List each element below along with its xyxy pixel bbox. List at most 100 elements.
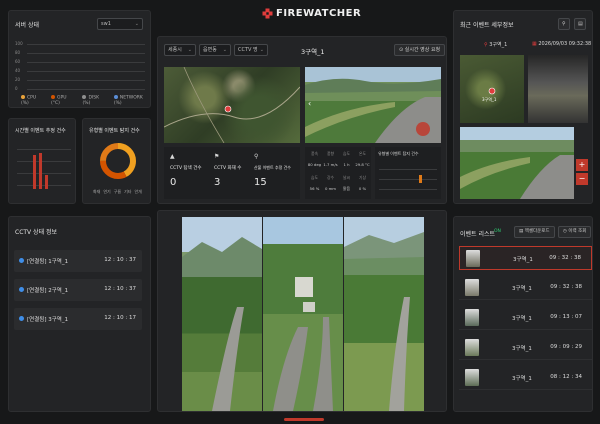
camera-view-panel — [157, 210, 447, 412]
legend-type: 화재 — [93, 189, 101, 194]
event-location: 3구역_1 — [512, 346, 532, 352]
event-type-chart: 유형별 이벤트 탐지 건수 — [375, 147, 441, 199]
filter-town[interactable]: 읍면동 ⌄ — [199, 44, 231, 56]
server-grid — [27, 71, 145, 72]
event-list-title: 이벤트 리스트 — [460, 231, 496, 238]
cctv-item[interactable]: [연결됨] 2구역_1 12 : 10 : 37 — [14, 279, 142, 301]
y-tick-label: 80 — [15, 50, 21, 55]
chart-grid — [379, 169, 437, 170]
weather-cell: 습도 1 h — [339, 151, 354, 167]
weather-value: 80 deg — [307, 162, 322, 167]
zoom-out-button[interactable]: − — [576, 173, 588, 185]
server-grid — [27, 44, 145, 45]
weather-cell: 풍향 1.7 m/s — [323, 151, 338, 167]
cctv-name: [연결됨] 2구역_1 — [27, 288, 69, 294]
event-location: 3구역_1 — [512, 286, 532, 292]
weather-grid: 풍속 80 deg 풍향 1.7 m/s 습도 1 h 온도 29.8 °C 습도 56 % 강수 0… — [305, 147, 371, 199]
cctv-item[interactable]: [연결됨] 1구역_1 12 : 10 : 37 — [14, 250, 142, 272]
server-status-title: 서버 상태 — [15, 22, 39, 29]
save-icon[interactable]: ▤ — [574, 18, 586, 30]
stat-label: 산불 이벤트 추정 건수 — [254, 165, 291, 170]
event-time: 09 : 13 : 07 — [550, 314, 582, 320]
detail-snapshot[interactable] — [460, 127, 574, 199]
weather-value: 0 mm — [324, 186, 337, 191]
server-grid — [27, 62, 145, 63]
y-tick-label: 20 — [15, 77, 21, 82]
chart-grid — [379, 189, 437, 190]
status-dot — [19, 258, 24, 263]
camera-feed-2[interactable] — [263, 217, 343, 411]
app-logo: FIREWATCHER — [262, 8, 361, 19]
chevron-down-icon: ⌄ — [222, 47, 227, 53]
event-location: 3구역_1 — [512, 376, 532, 382]
server-select[interactable]: sw1 ⌄ — [97, 18, 143, 30]
server-status-panel: 서버 상태 sw1 ⌄ 100 80 60 40 20 0 CPU (%) GPU (°C)… — [8, 10, 151, 108]
weather-label: 풍속 — [311, 151, 318, 156]
event-row[interactable]: 3구역_1 09 : 13 : 07 — [459, 306, 592, 330]
hourly-bar — [33, 155, 36, 189]
weather-value: 1.7 m/s — [323, 162, 338, 167]
weather-label: 강수 — [327, 175, 334, 180]
filter-city[interactable]: 세종시 ⌄ — [164, 44, 196, 56]
y-tick-label: 0 — [15, 86, 18, 91]
cctv-time: 12 : 10 : 17 — [104, 315, 136, 321]
event-row[interactable]: 3구역_1 09 : 32 : 38 — [459, 246, 592, 270]
stat-label: CCTV 탐색 건수 — [170, 166, 202, 171]
weather-cell: 날씨 맑음 — [339, 175, 354, 192]
weather-label: 습도 — [311, 175, 318, 180]
hourly-grid — [17, 185, 71, 186]
event-row[interactable]: 3구역_1 09 : 09 : 29 — [459, 336, 592, 360]
history-button[interactable]: ◷ 이력 조회 — [558, 226, 592, 238]
legend-gpu: GPU (°C) — [51, 95, 67, 106]
hourly-bar — [39, 153, 42, 189]
excel-download-button[interactable]: ▤ 엑셀다운로드 — [514, 226, 555, 238]
event-row[interactable]: 3구역_1 08 : 12 : 34 — [459, 366, 592, 390]
cctv-time: 12 : 10 : 37 — [104, 257, 136, 263]
weather-value: 맑음 — [343, 186, 350, 191]
detail-map[interactable]: 3구역_1 — [460, 55, 524, 123]
detail-datetime: ▦ 2026/09/03 09:32:38 — [532, 41, 592, 47]
satellite-map[interactable] — [164, 67, 300, 143]
chevron-down-icon: ⌄ — [259, 47, 264, 53]
status-dot — [19, 316, 24, 321]
hourly-grid — [17, 161, 71, 162]
camera-feed-1[interactable] — [182, 217, 262, 411]
type-legend: 화재 연기 구름 기타 안개 — [93, 189, 142, 195]
chevron-down-icon: ⌄ — [134, 21, 139, 27]
triangle-icon: ▲ — [170, 153, 175, 160]
event-time: 09 : 32 : 38 — [549, 255, 581, 261]
logo-icon — [262, 8, 273, 19]
stat-value: 0 — [170, 177, 177, 188]
server-grid — [27, 89, 145, 90]
type-donut — [100, 143, 136, 179]
weather-cell: 온도 29.8 °C — [355, 151, 370, 167]
camera-feed-3[interactable] — [344, 217, 424, 411]
filter-icon[interactable]: ⚲ — [558, 18, 570, 30]
legend-type: 기타 — [124, 189, 132, 194]
prev-arrow-icon[interactable]: ‹ — [308, 99, 311, 108]
hourly-events-title: 시간별 이벤트 추정 건수 — [15, 128, 66, 134]
chevron-down-icon: ⌄ — [187, 47, 192, 53]
filter-cctv[interactable]: CCTV 명 ⌄ — [234, 44, 268, 56]
detail-crop[interactable] — [528, 55, 588, 123]
event-row[interactable]: 3구역_1 09 : 32 : 38 — [459, 276, 592, 300]
realtime-video-button[interactable]: ⊙ 실시간 영상 요청 — [394, 44, 446, 56]
snapshot-scene — [305, 78, 441, 143]
app-title: FIREWATCHER — [276, 8, 362, 19]
weather-label: 기상 — [359, 175, 366, 180]
event-thumbnail — [465, 339, 479, 356]
detail-scene — [460, 155, 574, 199]
server-grid — [27, 80, 145, 81]
event-time: 09 : 09 : 29 — [550, 344, 582, 350]
y-tick-label: 100 — [15, 41, 23, 46]
weather-value: 0 % — [358, 186, 367, 191]
event-time: 08 : 12 : 34 — [550, 374, 582, 380]
weather-label: 풍향 — [327, 151, 334, 156]
panel-drag-handle[interactable] — [284, 418, 324, 421]
cctv-item[interactable]: [연결됨] 3구역_1 12 : 10 : 17 — [14, 308, 142, 330]
detail-location: ⚲ 3구역_1 — [484, 42, 508, 48]
cctv-snapshot[interactable]: ‹ — [305, 67, 441, 143]
zoom-in-button[interactable]: + — [576, 159, 588, 171]
event-thumbnail — [466, 250, 480, 267]
hourly-events-panel: 시간별 이벤트 추정 건수 — [8, 118, 76, 204]
